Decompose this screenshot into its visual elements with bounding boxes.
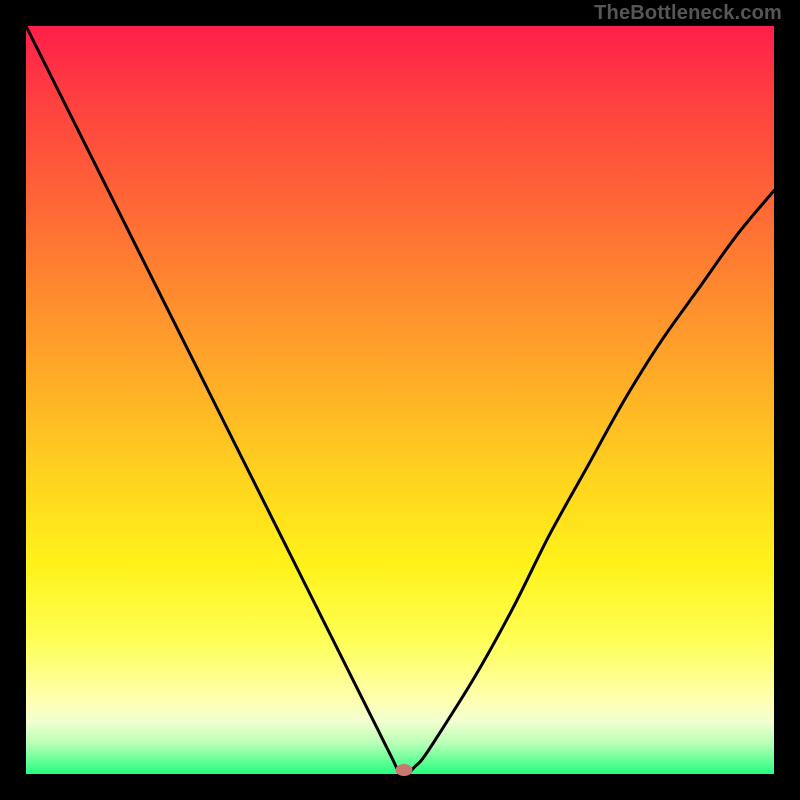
- optimum-marker: [395, 764, 412, 776]
- watermark-text: TheBottleneck.com: [594, 2, 782, 25]
- curve-svg: [26, 26, 774, 774]
- plot-area: [26, 26, 774, 774]
- chart-frame: TheBottleneck.com: [0, 0, 800, 800]
- bottleneck-curve-path: [26, 26, 774, 774]
